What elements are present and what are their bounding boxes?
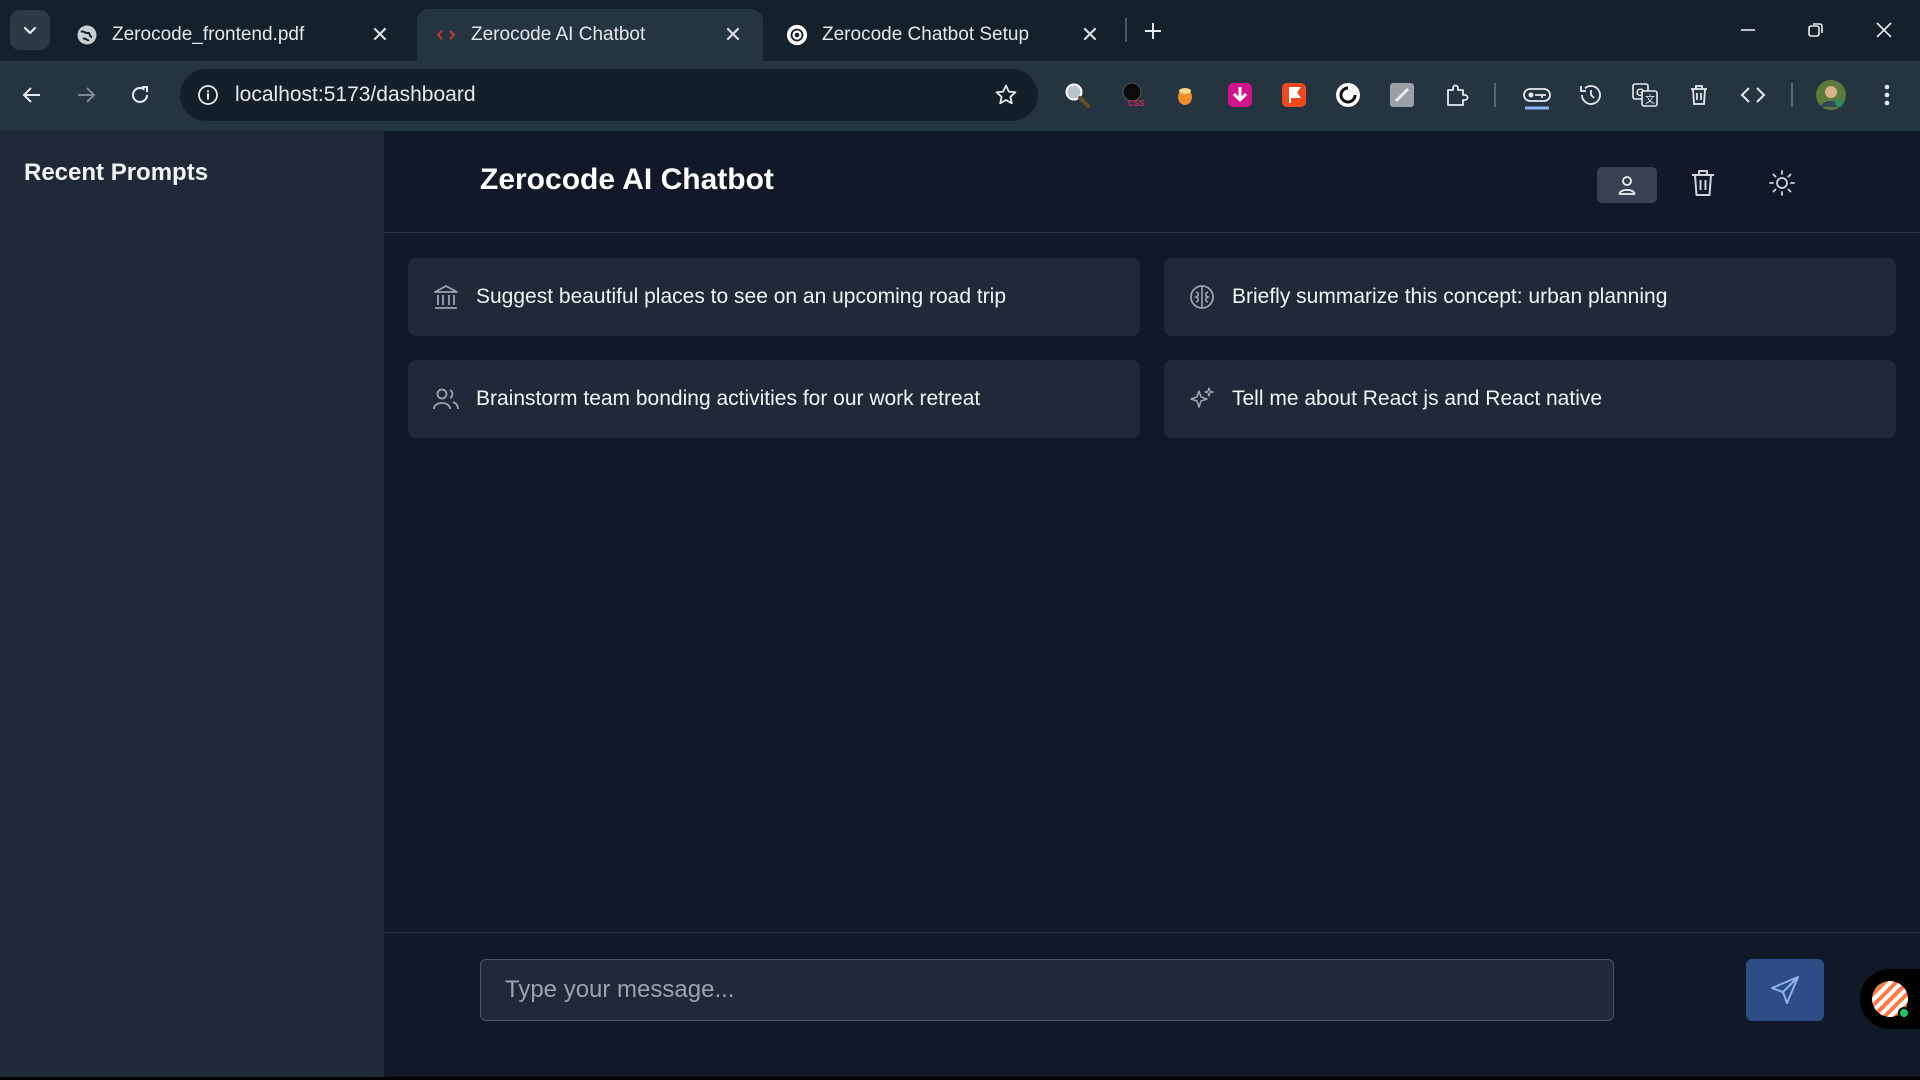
profile-avatar[interactable]	[1815, 79, 1847, 111]
tab-title: Zerocode_frontend.pdf	[112, 24, 305, 45]
suggestion-text: Briefly summarize this concept: urban pl…	[1232, 285, 1668, 308]
send-button[interactable]	[1746, 959, 1824, 1021]
restore-button[interactable]	[1798, 12, 1834, 48]
assistant-avatar	[1872, 981, 1910, 1019]
url-text: localhost:5173/dashboard	[235, 83, 476, 106]
minimize-icon	[1741, 29, 1755, 31]
toolbar-separator	[1791, 83, 1793, 107]
new-tab-button[interactable]	[1138, 16, 1168, 46]
download-icon[interactable]	[1224, 79, 1256, 111]
profile-button[interactable]	[1597, 167, 1657, 203]
puzzle-icon[interactable]	[1441, 79, 1473, 111]
minimize-button[interactable]	[1730, 12, 1766, 48]
tab-pdf[interactable]: Zerocode_frontend.pdf ✕	[58, 9, 410, 61]
search-icon[interactable]	[1061, 79, 1093, 111]
back-button[interactable]	[14, 77, 50, 113]
arrow-left-icon	[22, 87, 40, 103]
close-icon[interactable]: ✕	[368, 22, 392, 47]
browser-tabstrip: Zerocode_frontend.pdf ✕ Zerocode AI Chat…	[0, 0, 1920, 61]
clear-chat-button[interactable]	[1685, 163, 1721, 203]
suggestion-card[interactable]: Brainstorm team bonding activities for o…	[408, 360, 1140, 438]
chevron-down-icon	[23, 26, 37, 35]
arrow-right-icon	[78, 87, 96, 103]
close-icon	[1876, 22, 1892, 38]
suggestion-card[interactable]: Tell me about React js and React native	[1164, 360, 1896, 438]
code-favicon-icon	[435, 24, 457, 46]
tab-chatbot[interactable]: Zerocode AI Chatbot ✕	[417, 9, 763, 61]
users-icon	[432, 385, 460, 413]
suggestion-card[interactable]: Briefly summarize this concept: urban pl…	[1164, 258, 1896, 336]
history-icon[interactable]	[1575, 79, 1607, 111]
page-title: Zerocode AI Chatbot	[480, 163, 774, 196]
close-icon[interactable]: ✕	[1078, 22, 1102, 47]
sparkles-icon	[1188, 385, 1216, 413]
bookmark-star-icon[interactable]	[992, 81, 1020, 109]
close-window-button[interactable]	[1866, 12, 1902, 48]
code-icon[interactable]	[1737, 79, 1769, 111]
sidebar-title: Recent Prompts	[24, 159, 209, 186]
user-icon	[1618, 176, 1636, 195]
online-status-dot	[1898, 1007, 1910, 1019]
suggestion-text: Tell me about React js and React native	[1232, 387, 1603, 410]
trash-icon	[1692, 170, 1714, 196]
menu-icon[interactable]	[1871, 79, 1903, 111]
app-header: Zerocode AI Chatbot	[384, 131, 1920, 233]
translate-icon[interactable]: G文	[1629, 79, 1661, 111]
sidebar: Recent Prompts	[0, 131, 384, 1077]
svg-text:CSS: CSS	[1128, 99, 1145, 108]
address-bar[interactable]: localhost:5173/dashboard	[180, 69, 1038, 121]
sun-icon	[1769, 170, 1795, 196]
reload-button[interactable]	[122, 77, 158, 113]
tab-title: Zerocode Chatbot Setup	[822, 24, 1030, 45]
tab-setup[interactable]: Zerocode Chatbot Setup ✕	[768, 9, 1120, 61]
plus-icon	[1145, 23, 1161, 39]
reload-icon	[132, 86, 148, 103]
theme-toggle-button[interactable]	[1762, 163, 1802, 203]
message-input[interactable]	[480, 959, 1614, 1021]
flag-icon[interactable]	[1278, 79, 1310, 111]
tab-title: Zerocode AI Chatbot	[471, 24, 646, 45]
pencil-icon[interactable]	[1386, 79, 1418, 111]
toolbar-separator	[1494, 83, 1496, 107]
restore-icon	[1808, 23, 1823, 37]
floating-assistant-bubble[interactable]	[1860, 969, 1920, 1029]
composer	[384, 932, 1920, 1077]
forward-button[interactable]	[68, 77, 104, 113]
close-icon[interactable]: ✕	[721, 22, 745, 47]
acorn-icon[interactable]	[1169, 79, 1201, 111]
tab-separator	[1125, 18, 1127, 42]
openai-icon	[786, 24, 808, 46]
landmark-icon	[432, 283, 460, 311]
site-info-icon[interactable]	[194, 81, 222, 109]
circle-icon[interactable]	[1332, 79, 1364, 111]
key-icon[interactable]	[1521, 79, 1553, 111]
main-panel: Zerocode AI Chatbot Suggest beautiful pl…	[384, 131, 1920, 1077]
globe-icon	[76, 24, 98, 46]
tab-search-button[interactable]	[10, 10, 50, 50]
send-icon	[1771, 976, 1799, 1004]
suggestion-text: Brainstorm team bonding activities for o…	[476, 387, 981, 410]
suggestion-text: Suggest beautiful places to see on an up…	[476, 285, 1007, 308]
trash-icon[interactable]	[1683, 79, 1715, 111]
css-icon[interactable]: CSS	[1117, 79, 1149, 111]
browser-toolbar: localhost:5173/dashboard CSS G文	[0, 61, 1920, 131]
svg-text:文: 文	[1645, 93, 1655, 106]
chatbot-app: Recent Prompts Zerocode AI Chatbot Sugge…	[0, 131, 1920, 1077]
suggestion-card[interactable]: Suggest beautiful places to see on an up…	[408, 258, 1140, 336]
brain-icon	[1188, 283, 1216, 311]
